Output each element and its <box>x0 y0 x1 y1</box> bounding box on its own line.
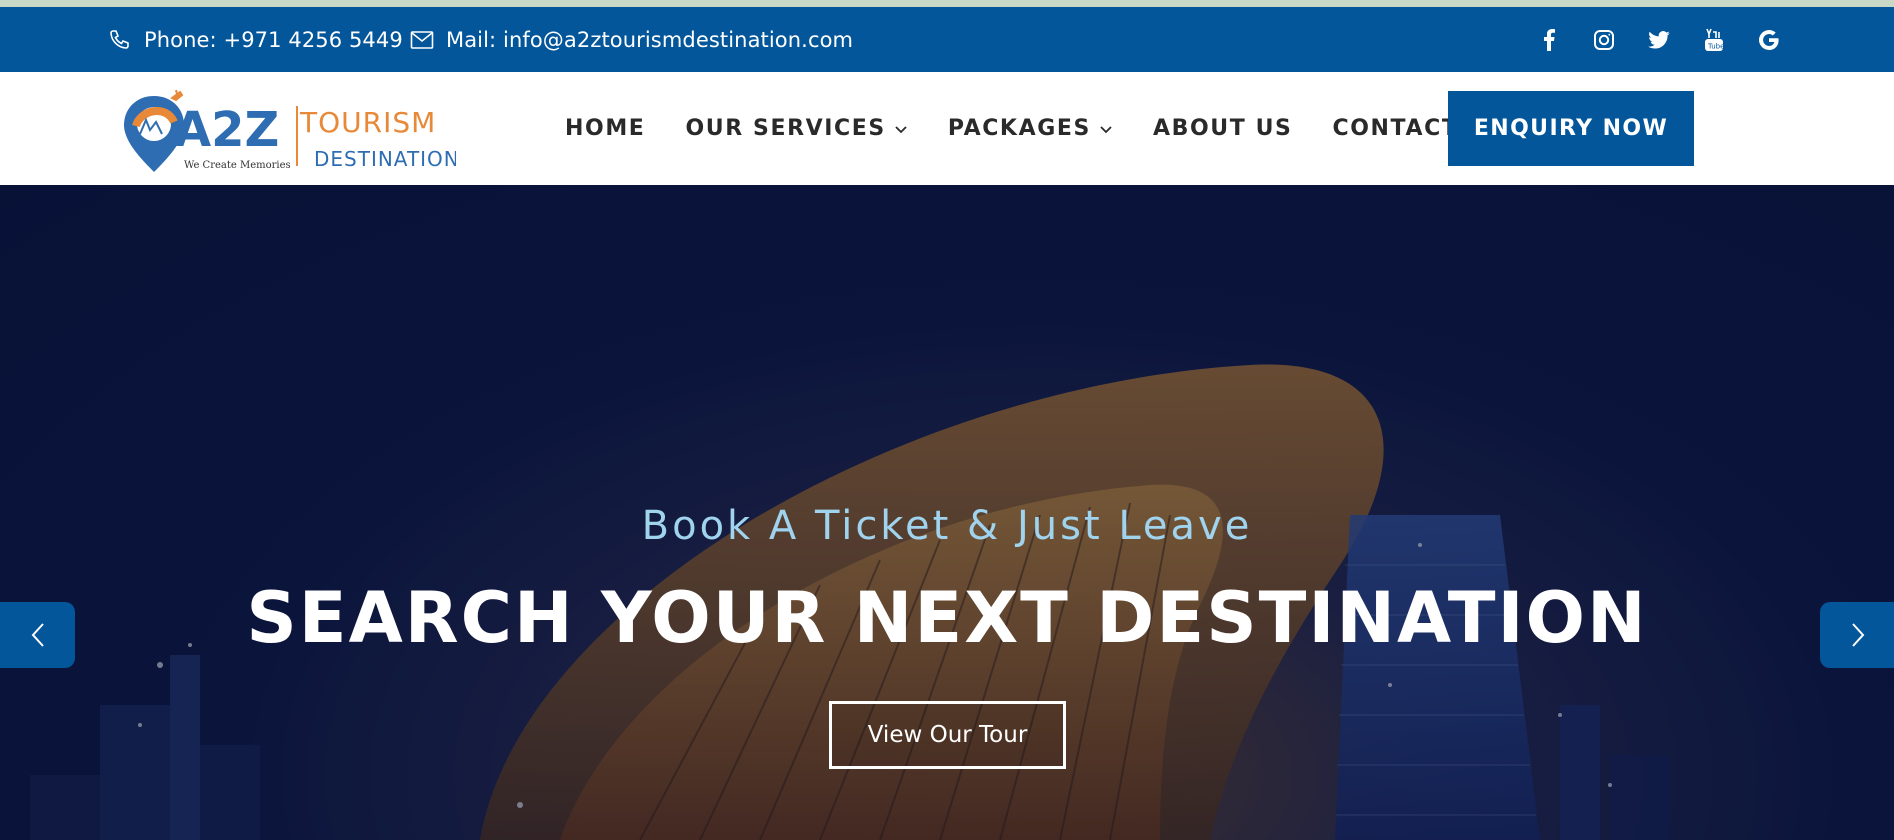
nav-home[interactable]: HOME <box>565 116 645 141</box>
hero-slider: Book A Ticket & Just Leave SEARCH YOUR N… <box>0 185 1894 840</box>
top-contact-bar: Phone: +971 4256 5449 Mail: info@a2ztour… <box>0 7 1894 72</box>
slider-next-button[interactable] <box>1820 602 1894 668</box>
mail-text: Mail: info@a2ztourismdestination.com <box>446 27 854 52</box>
slider-prev-button[interactable] <box>0 602 75 668</box>
social-links: Tube <box>1535 7 1782 72</box>
svg-text:Tube: Tube <box>1707 42 1724 50</box>
chevron-left-icon <box>31 623 44 647</box>
nav-packages-label: PACKAGES <box>947 116 1091 141</box>
chevron-down-icon <box>1100 125 1112 133</box>
google-icon[interactable] <box>1755 26 1782 53</box>
chevron-down-icon <box>895 125 907 133</box>
nav-about-us[interactable]: ABOUT US <box>1153 116 1293 141</box>
logo-word-destination: DESTINATION <box>314 147 456 171</box>
nav-packages[interactable]: PACKAGES <box>948 116 1113 141</box>
phone-contact[interactable]: Phone: +971 4256 5449 <box>108 7 403 72</box>
phone-text: Phone: +971 4256 5449 <box>144 27 403 52</box>
logo-word-tourism: TOURISM <box>299 106 436 139</box>
site-logo[interactable]: A2Z We Create Memories TOURISM DESTINATI… <box>116 86 459 176</box>
nav-our-services[interactable]: OUR SERVICES <box>685 116 907 141</box>
logo-mark: A2Z <box>174 102 279 158</box>
nav-our-services-label: OUR SERVICES <box>685 116 886 141</box>
enquiry-now-label: ENQUIRY NOW <box>1473 116 1669 141</box>
twitter-icon[interactable] <box>1645 26 1672 53</box>
chevron-right-icon <box>1851 623 1864 647</box>
main-navbar: A2Z We Create Memories TOURISM DESTINATI… <box>0 72 1894 185</box>
nav-about-us-label: ABOUT US <box>1152 116 1293 141</box>
phone-icon <box>110 29 129 49</box>
primary-nav: HOME OUR SERVICES PACKAGES ABOUT US CONT… <box>565 72 1545 185</box>
youtube-icon[interactable]: Tube <box>1700 26 1727 53</box>
nav-home-label: HOME <box>565 116 646 141</box>
instagram-icon[interactable] <box>1590 26 1617 53</box>
mail-icon <box>410 30 434 49</box>
logo-tagline: We Create Memories <box>184 160 291 171</box>
facebook-icon[interactable] <box>1535 26 1562 53</box>
top-accent-strip <box>0 0 1894 7</box>
view-our-tour-button[interactable]: View Our Tour <box>829 701 1066 769</box>
hero-title: SEARCH YOUR NEXT DESTINATION <box>246 577 1648 659</box>
mail-contact[interactable]: Mail: info@a2ztourismdestination.com <box>410 7 853 72</box>
hero-subtitle: Book A Ticket & Just Leave <box>641 503 1253 549</box>
view-our-tour-label: View Our Tour <box>867 722 1028 748</box>
enquiry-now-button[interactable]: ENQUIRY NOW <box>1448 91 1694 166</box>
